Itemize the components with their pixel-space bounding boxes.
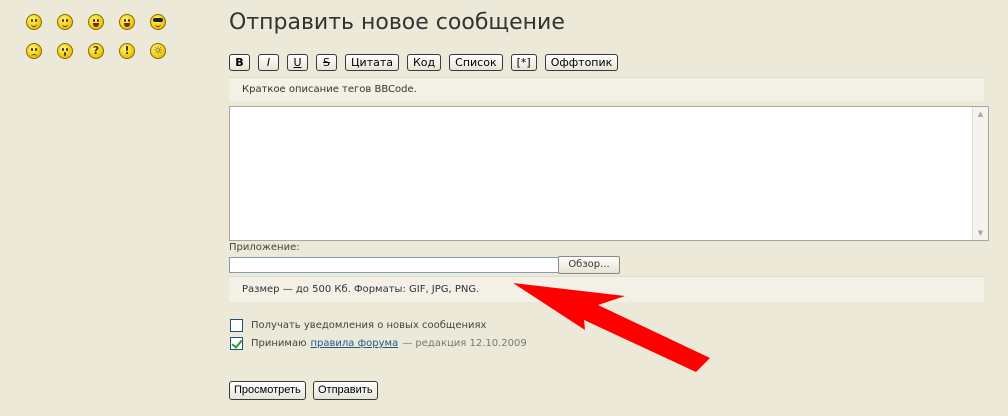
quote-button[interactable]: Цитата	[345, 54, 399, 71]
cool-icon[interactable]	[150, 14, 166, 30]
surprised-icon[interactable]	[57, 43, 73, 59]
laugh-icon[interactable]	[119, 14, 135, 30]
grin-icon[interactable]	[88, 14, 104, 30]
idea-icon[interactable]: ☼	[150, 43, 166, 59]
notify-row: Получать уведомления о новых сообщениях	[230, 319, 486, 332]
message-textarea[interactable]: ▲ ▼	[229, 106, 989, 241]
preview-button[interactable]: Просмотреть	[229, 381, 306, 400]
code-button[interactable]: Код	[407, 54, 442, 71]
list-button[interactable]: Список	[449, 54, 503, 71]
attachment-file-field[interactable]	[229, 257, 559, 273]
smiley-panel: ? ! ☼	[26, 14, 176, 72]
question-icon[interactable]: ?	[88, 43, 104, 59]
offtopic-button[interactable]: Оффтопик	[544, 54, 619, 71]
accept-label: Принимаю	[251, 338, 307, 349]
page-title: Отправить новое сообщение	[229, 10, 565, 35]
exclamation-icon[interactable]: !	[119, 43, 135, 59]
scroll-down-icon[interactable]: ▼	[973, 226, 988, 240]
submit-button[interactable]: Отправить	[313, 381, 378, 400]
happy-icon[interactable]	[57, 14, 73, 30]
notify-checkbox[interactable]	[230, 319, 243, 332]
textarea-scrollbar[interactable]: ▲ ▼	[972, 107, 988, 240]
attachment-hint: Размер — до 500 Кб. Форматы: GIF, JPG, P…	[229, 276, 984, 302]
bbcode-toolbar: B I U S Цитата Код Список [*] Оффтопик	[229, 54, 619, 71]
underline-button[interactable]: U	[287, 54, 308, 71]
italic-button[interactable]: I	[258, 54, 279, 71]
bold-button[interactable]: B	[229, 54, 250, 71]
strikethrough-button[interactable]: S	[316, 54, 337, 71]
smile-icon[interactable]	[26, 14, 42, 30]
rules-edition: — редакция 12.10.2009	[402, 338, 527, 349]
browse-button[interactable]: Обзор...	[558, 256, 620, 274]
accept-rules-checkbox[interactable]	[230, 337, 243, 350]
bbcode-hint: Краткое описание тегов BBCode.	[229, 77, 984, 101]
attachment-label: Приложение:	[229, 242, 300, 253]
list-item-button[interactable]: [*]	[510, 54, 537, 71]
rules-link[interactable]: правила форума	[311, 338, 399, 349]
sad-icon[interactable]	[26, 43, 42, 59]
notify-label: Получать уведомления о новых сообщениях	[251, 320, 487, 331]
scroll-up-icon[interactable]: ▲	[973, 107, 988, 121]
accept-row: Принимаю правила форума — редакция 12.10…	[230, 337, 527, 350]
